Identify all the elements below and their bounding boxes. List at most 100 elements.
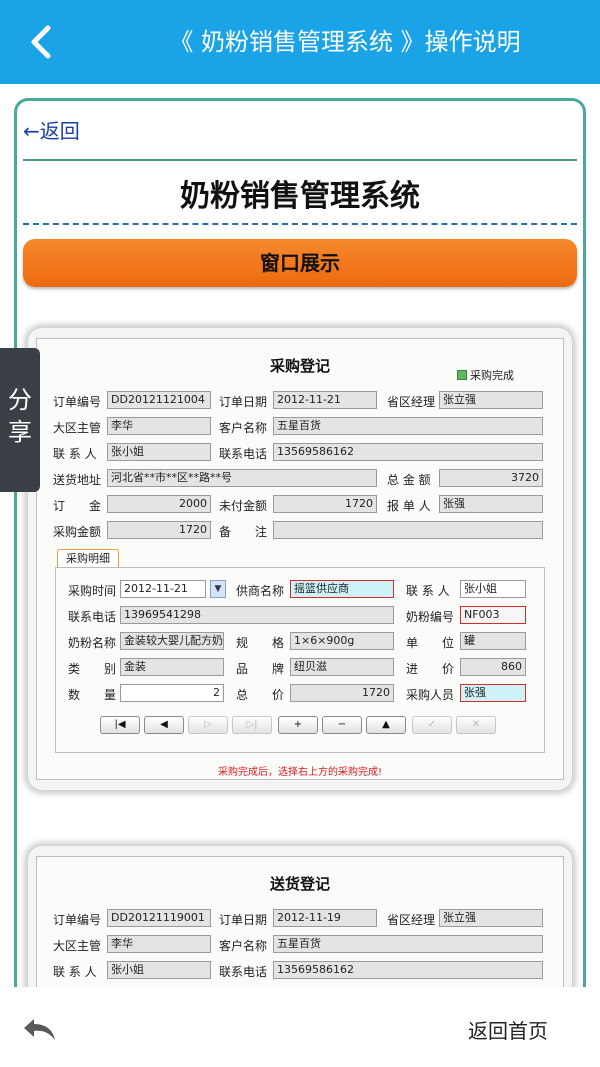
label: 订 金: [53, 499, 102, 513]
field: 罐: [460, 632, 526, 650]
field: 3720: [439, 469, 543, 487]
label: 未付金额: [219, 499, 268, 513]
field: 纽贝滋: [290, 658, 394, 676]
field: 张强: [460, 684, 526, 702]
save-record-button: ✓: [412, 716, 452, 734]
edit-record-button: ▲: [366, 716, 406, 734]
field: 13569586162: [273, 443, 543, 461]
field: NF003: [460, 606, 526, 624]
field: 张立强: [439, 391, 543, 409]
divider: [23, 159, 577, 161]
field: 李华: [107, 935, 211, 953]
field: 五星百货: [273, 417, 543, 435]
field: DD20121119001: [107, 909, 211, 927]
field: 2012-11-21: [120, 580, 206, 598]
first-record-button: |◀: [100, 716, 140, 734]
label: 采购金额: [53, 525, 102, 539]
label: 数 量: [68, 688, 117, 702]
field: 金装: [120, 658, 224, 676]
label: 总 价: [236, 688, 285, 702]
label: 联系电话: [68, 610, 117, 624]
back-link[interactable]: ←返回: [23, 115, 80, 144]
field: [273, 521, 543, 539]
checkbox-label: 采购完成: [470, 369, 514, 382]
field: 五星百货: [273, 935, 543, 953]
app-header: 《 奶粉销售管理系统 》操作说明: [0, 0, 600, 84]
home-link[interactable]: 返回首页: [468, 1015, 548, 1044]
last-record-button: ▷|: [232, 716, 272, 734]
purchase-detail-panel: 采购时间 2012-11-21 ▼ 供商名称 摇篮供应商 联 系 人 张小姐 联…: [55, 567, 545, 753]
field: 2000: [107, 495, 211, 513]
label: 类 别: [68, 662, 117, 676]
checkbox-icon: [457, 370, 467, 380]
field: 张小姐: [107, 443, 211, 461]
hint-text: 采购完成后，选择右上方的采购完成!: [217, 767, 382, 778]
field: 1720: [107, 521, 211, 539]
label: 联 系 人: [53, 965, 97, 979]
label: 单 位: [406, 636, 455, 650]
label: 采购人员: [406, 688, 455, 702]
label: 大区主管: [53, 421, 102, 435]
label: 订单编号: [53, 913, 102, 927]
label: 奶粉编号: [406, 610, 455, 624]
purchase-window: 采购登记 采购完成 订单编号 DD20121121004 订单日期 2012-1…: [36, 338, 564, 780]
prev-record-button: ◀: [144, 716, 184, 734]
label: 备 注: [219, 525, 268, 539]
undo-arrow-icon[interactable]: [22, 1015, 58, 1043]
purchase-form-screenshot: 采购登记 采购完成 订单编号 DD20121121004 订单日期 2012-1…: [28, 328, 572, 790]
field: 2: [120, 684, 224, 702]
label: 联 系 人: [53, 447, 97, 461]
field: 1720: [290, 684, 394, 702]
label: 订单日期: [219, 395, 268, 409]
chevron-left-icon[interactable]: [22, 22, 62, 62]
label: 订单编号: [53, 395, 102, 409]
tab-purchase-detail: 采购明细: [57, 549, 119, 567]
field: 2012-11-21: [273, 391, 377, 409]
delete-record-button: −: [322, 716, 362, 734]
label: 采购时间: [68, 584, 117, 598]
field: 李华: [107, 417, 211, 435]
field: 金装较大婴儿配方奶: [120, 632, 224, 650]
field: 13969541298: [120, 606, 394, 624]
field: 860: [460, 658, 526, 676]
field: 1×6×900g: [290, 632, 394, 650]
field: 河北省**市**区**路**号: [107, 469, 377, 487]
field: 1720: [273, 495, 377, 513]
share-button[interactable]: 分享: [0, 348, 40, 492]
page-title: 《 奶粉销售管理系统 》操作说明: [169, 28, 521, 56]
field: 13569586162: [273, 961, 543, 979]
label: 送货地址: [53, 473, 102, 487]
system-title: 奶粉销售管理系统: [180, 179, 420, 214]
add-record-button: +: [278, 716, 318, 734]
label: 品 牌: [236, 662, 285, 676]
field: 张立强: [439, 909, 543, 927]
field: 摇篮供应商: [290, 580, 394, 598]
cancel-record-button: ✕: [456, 716, 496, 734]
label: 省区经理: [387, 913, 436, 927]
label: 省区经理: [387, 395, 436, 409]
label: 客户名称: [219, 421, 268, 435]
label: 联 系 人: [406, 584, 450, 598]
label: 订单日期: [219, 913, 268, 927]
field: 2012-11-19: [273, 909, 377, 927]
chevron-down-icon: ▼: [210, 580, 226, 598]
next-record-button: ▷: [188, 716, 228, 734]
label: 客户名称: [219, 939, 268, 953]
complete-checkbox: 采购完成: [457, 367, 514, 383]
dashed-divider: [23, 223, 577, 225]
label: 供商名称: [236, 584, 285, 598]
label: 报 单 人: [387, 499, 431, 513]
field: DD20121121004: [107, 391, 211, 409]
section-header: 窗口展示: [23, 239, 577, 287]
form-title: 送货登记: [269, 875, 330, 893]
label: 联系电话: [219, 965, 268, 979]
field: 张小姐: [460, 580, 526, 598]
field: 张强: [439, 495, 543, 513]
label: 奶粉名称: [68, 636, 117, 650]
field: 张小姐: [107, 961, 211, 979]
label: 规 格: [236, 636, 285, 650]
label: 大区主管: [53, 939, 102, 953]
label: 联系电话: [219, 447, 268, 461]
bottom-bar: 返回首页: [0, 987, 600, 1067]
label: 进 价: [406, 662, 455, 676]
